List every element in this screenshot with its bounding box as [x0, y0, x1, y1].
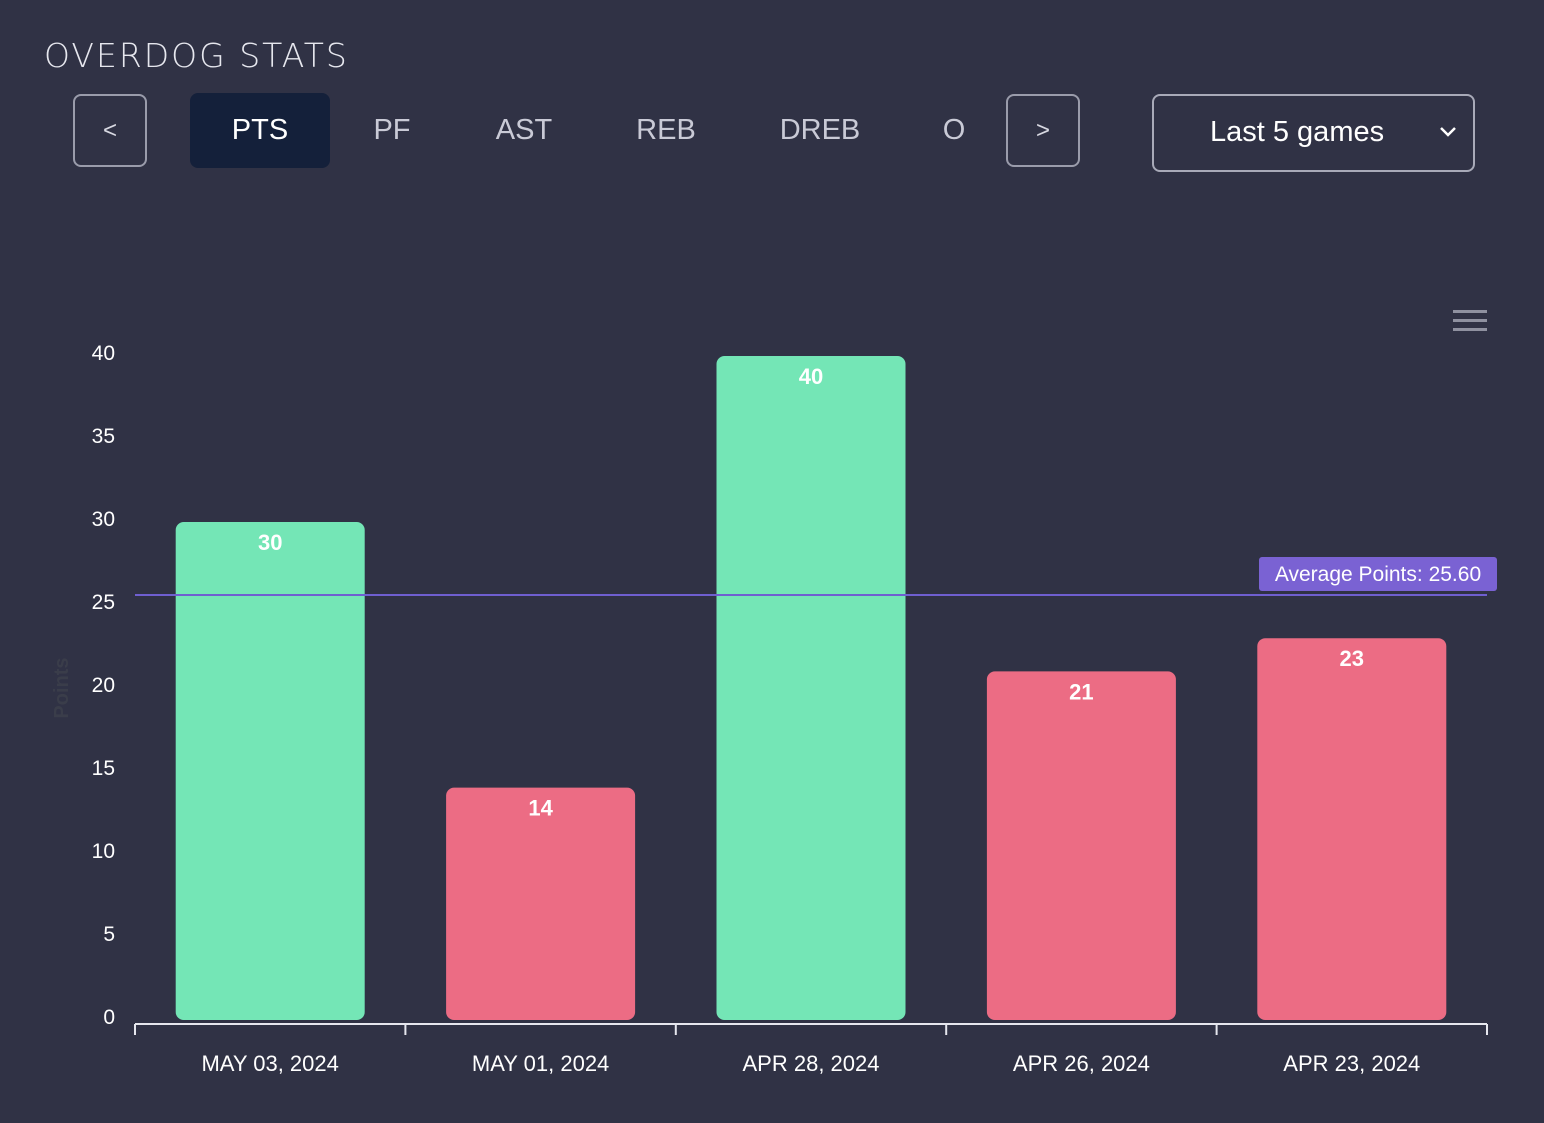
y-axis-title: Points	[51, 657, 73, 718]
x-tick-label: APR 26, 2024	[1013, 1051, 1150, 1076]
y-tick-label: 30	[92, 508, 115, 531]
points-bar-chart: Points 0 5 10 15 20 25 30 35 40 30 MAY 03, 2024 14 MA…	[51, 342, 1497, 1076]
bar	[716, 356, 906, 1020]
bar	[175, 522, 365, 1020]
bar-data-label: 30	[258, 530, 282, 555]
bar-data-label: 40	[799, 364, 823, 389]
y-tick-label: 40	[92, 342, 115, 365]
bar-data-label: 14	[528, 796, 553, 821]
bar-data-label: 23	[1340, 646, 1364, 671]
x-tick-label: APR 23, 2024	[1283, 1051, 1420, 1076]
bar-data-label: 21	[1069, 679, 1093, 704]
x-tick-label: MAY 01, 2024	[472, 1051, 609, 1076]
y-tick-label: 15	[92, 757, 115, 780]
y-tick-label: 35	[92, 425, 115, 448]
bar	[1257, 638, 1447, 1020]
bar	[446, 787, 636, 1020]
x-tick-label: APR 28, 2024	[743, 1051, 880, 1076]
average-label: Average Points: 25.60	[1275, 563, 1481, 586]
y-tick-label: 20	[92, 674, 115, 697]
bar	[986, 671, 1176, 1020]
x-tick-label: MAY 03, 2024	[201, 1051, 338, 1076]
y-tick-label: 0	[103, 1006, 115, 1029]
y-tick-label: 5	[103, 923, 115, 946]
y-tick-label: 10	[92, 840, 115, 863]
y-tick-label: 25	[92, 591, 115, 614]
